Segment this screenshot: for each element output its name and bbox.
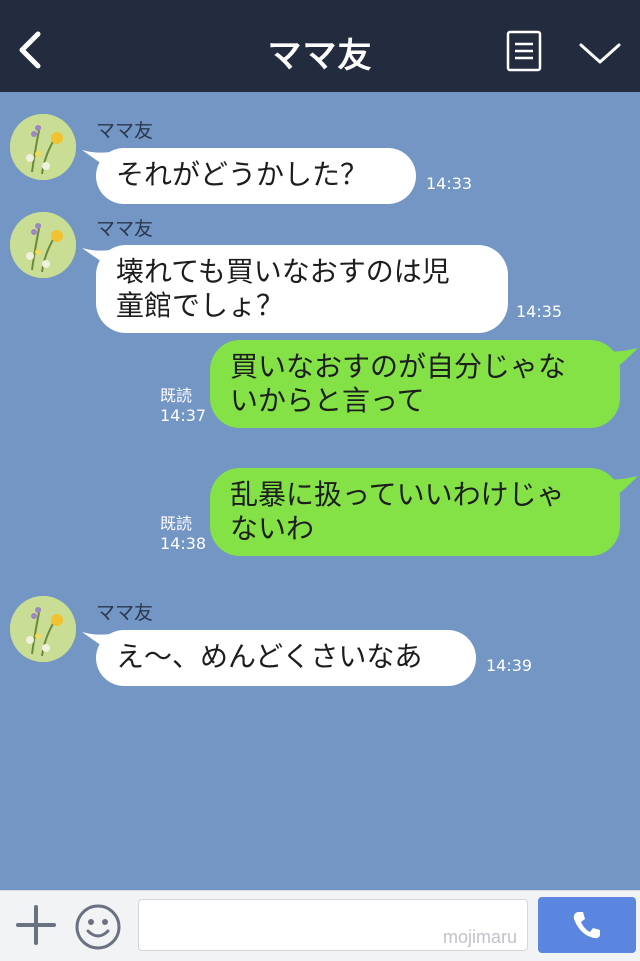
sender-name: ママ友 (96, 120, 154, 142)
message-time: 14:38 (160, 534, 207, 553)
message-time: 14:37 (160, 406, 207, 425)
message-text: 壊れても買いなおすのは児 (116, 255, 450, 288)
message-input[interactable]: mojimaru (138, 899, 528, 951)
flower-avatar-icon (10, 596, 76, 662)
sender-name: ママ友 (96, 602, 154, 624)
message-bubble[interactable]: 壊れても買いなおすのは児 童館でしょ？ (96, 245, 508, 333)
chat-header: ママ友 (0, 0, 640, 92)
message-text: 乱暴に扱っていいわけじゃ (230, 478, 565, 511)
avatar[interactable] (10, 114, 76, 180)
message-bubble[interactable]: それがどうかした？ (96, 148, 416, 204)
list-icon[interactable] (506, 30, 542, 72)
flower-avatar-icon (10, 212, 76, 278)
read-label: 既読 (160, 386, 193, 405)
smile-icon[interactable] (74, 903, 122, 951)
read-receipt: 既読 14:37 (160, 386, 206, 426)
message-text: え〜、めんどくさいなあ (116, 640, 423, 673)
flower-avatar-icon (10, 114, 76, 180)
sender-name: ママ友 (96, 218, 154, 240)
avatar[interactable] (10, 596, 76, 662)
message-text: ないわ (230, 512, 315, 545)
phone-icon (573, 912, 600, 939)
message-text: いからと言って (230, 384, 425, 417)
chevron-down-icon[interactable] (578, 40, 622, 68)
plus-icon[interactable] (14, 903, 58, 947)
read-label: 既読 (160, 514, 193, 533)
message-list[interactable]: ママ友 それがどうかした？ 14:33 ママ友 壊れても買いなおすのは児 童館で… (0, 92, 640, 890)
message-time: 14:35 (516, 302, 563, 321)
avatar[interactable] (10, 212, 76, 278)
bubble-tail (604, 476, 638, 498)
message-time: 14:33 (426, 174, 473, 193)
message-text: それがどうかした？ (116, 158, 369, 191)
read-receipt: 既読 14:38 (160, 514, 206, 554)
input-bar: mojimaru (0, 890, 640, 961)
message-text: 買いなおすのが自分じゃな (230, 350, 567, 383)
message-time: 14:39 (486, 656, 533, 675)
watermark: mojimaru (442, 927, 517, 947)
message-bubble[interactable]: 乱暴に扱っていいわけじゃ ないわ (210, 468, 620, 556)
message-bubble[interactable]: え〜、めんどくさいなあ (96, 630, 476, 686)
message-bubble[interactable]: 買いなおすのが自分じゃな いからと言って (210, 340, 620, 428)
call-button[interactable] (538, 897, 636, 953)
chat-title: ママ友 (267, 36, 373, 76)
bubble-tail (604, 348, 638, 370)
message-text: 童館でしょ？ (116, 289, 285, 322)
